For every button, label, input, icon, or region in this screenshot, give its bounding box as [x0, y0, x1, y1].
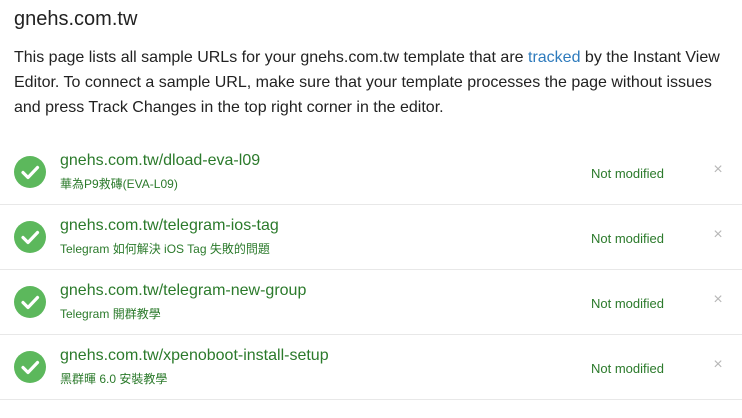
- check-circle-icon: [14, 156, 46, 188]
- tracked-link[interactable]: tracked: [528, 49, 580, 66]
- close-icon[interactable]: ×: [710, 227, 726, 243]
- status-text: Not modified: [591, 166, 664, 181]
- intro-text: This page lists all sample URLs for your…: [14, 45, 738, 120]
- list-item: gnehs.com.tw/telegram-ios-tag Telegram 如…: [0, 205, 742, 270]
- intro-text-before: This page lists all sample URLs for your…: [14, 49, 528, 66]
- close-icon[interactable]: ×: [710, 292, 726, 308]
- sample-title: Telegram 如何解決 iOS Tag 失敗的問題: [60, 242, 270, 256]
- page: gnehs.com.tw This page lists all sample …: [0, 0, 742, 418]
- check-circle-icon: [14, 351, 46, 383]
- check-circle-icon: [14, 286, 46, 318]
- sample-url-link[interactable]: gnehs.com.tw/xpenoboot-install-setup: [60, 347, 329, 365]
- status-text: Not modified: [591, 231, 664, 246]
- sample-url-link[interactable]: gnehs.com.tw/telegram-ios-tag: [60, 217, 279, 235]
- status-text: Not modified: [591, 296, 664, 311]
- close-icon[interactable]: ×: [710, 357, 726, 373]
- sample-title: Telegram 開群教學: [60, 307, 161, 321]
- sample-title: 華為P9救磚(EVA-L09): [60, 177, 178, 191]
- status-text: Not modified: [591, 361, 664, 376]
- sample-title: 黑群暉 6.0 安裝教學: [60, 372, 168, 386]
- list-item: gnehs.com.tw/telegram-new-group Telegram…: [0, 270, 742, 335]
- list-item: gnehs.com.tw/dload-eva-l09 華為P9救磚(EVA-L0…: [0, 140, 742, 205]
- sample-url-link[interactable]: gnehs.com.tw/telegram-new-group: [60, 282, 306, 300]
- sample-url-list: gnehs.com.tw/dload-eva-l09 華為P9救磚(EVA-L0…: [0, 140, 742, 400]
- page-title: gnehs.com.tw: [14, 8, 138, 30]
- sample-url-link[interactable]: gnehs.com.tw/dload-eva-l09: [60, 152, 260, 170]
- check-circle-icon: [14, 221, 46, 253]
- close-icon[interactable]: ×: [710, 162, 726, 178]
- list-item: gnehs.com.tw/xpenoboot-install-setup 黑群暉…: [0, 335, 742, 400]
